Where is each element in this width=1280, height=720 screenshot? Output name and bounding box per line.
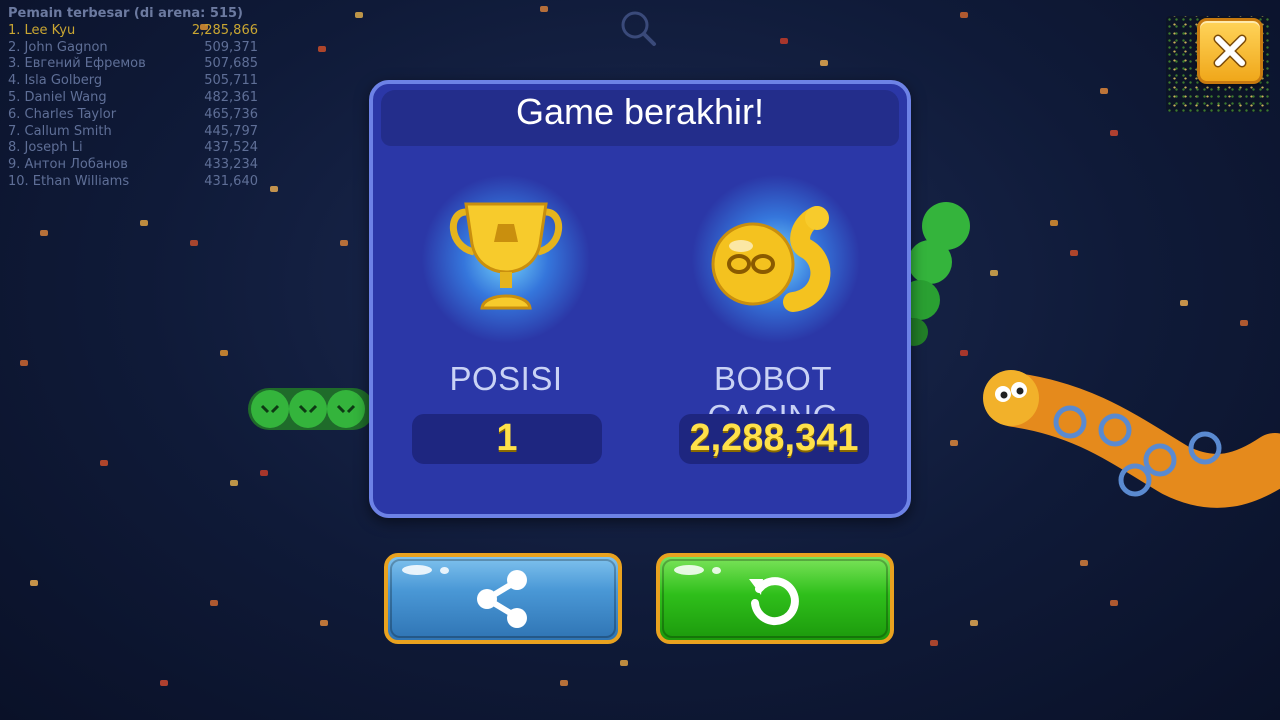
weight-value: 2,288,341 — [689, 417, 859, 459]
share-button[interactable] — [384, 553, 622, 644]
leaderboard-row: 3. Евгений Ефремов 507,685 — [8, 56, 258, 72]
share-icon — [477, 569, 527, 628]
magnifier-icon[interactable] — [618, 8, 658, 48]
orange-worm — [983, 370, 1280, 508]
leaderboard-row: 10. Ethan Williams 431,640 — [8, 173, 258, 189]
close-button[interactable] — [1197, 18, 1263, 84]
green-worm — [248, 388, 374, 430]
leaderboard: Pemain terbesar (di arena: 515) 1. Lee K… — [8, 6, 258, 191]
button-shine — [674, 565, 704, 575]
position-label: POSISI — [449, 360, 563, 397]
worm-weight-icon — [711, 206, 831, 312]
leaderboard-row: 2. John Gagnon 509,371 — [8, 39, 258, 55]
position-value-box: 1 — [412, 414, 602, 464]
replay-icon — [749, 576, 799, 625]
leaderboard-row: 4. Isla Golberg 505,711 — [8, 73, 258, 89]
trophy-icon — [449, 202, 563, 310]
game-over-dialog: Game berakhir! POSISI 1 BOBOT CACING — [369, 80, 911, 518]
replay-button[interactable] — [656, 553, 894, 644]
green-worm-right — [900, 202, 970, 346]
weight-value-box: 2,288,341 — [679, 414, 869, 464]
leaderboard-row: 8. Joseph Li 437,524 — [8, 140, 258, 156]
position-value: 1 — [496, 417, 518, 459]
leaderboard-row: 5. Daniel Wang 482,361 — [8, 89, 258, 105]
leaderboard-row: 6. Charles Taylor 465,736 — [8, 106, 258, 122]
leaderboard-row: 9. Антон Лобанов 433,234 — [8, 157, 258, 173]
button-shine — [712, 567, 721, 574]
close-icon — [1213, 34, 1247, 68]
leaderboard-row: 1. Lee Kyu 2,285,866 — [8, 22, 258, 38]
button-shine — [440, 567, 449, 574]
leaderboard-row: 7. Callum Smith 445,797 — [8, 123, 258, 139]
leaderboard-header: Pemain terbesar (di arena: 515) — [8, 6, 243, 21]
dialog-title: Game berakhir! — [515, 91, 765, 132]
button-shine — [402, 565, 432, 575]
